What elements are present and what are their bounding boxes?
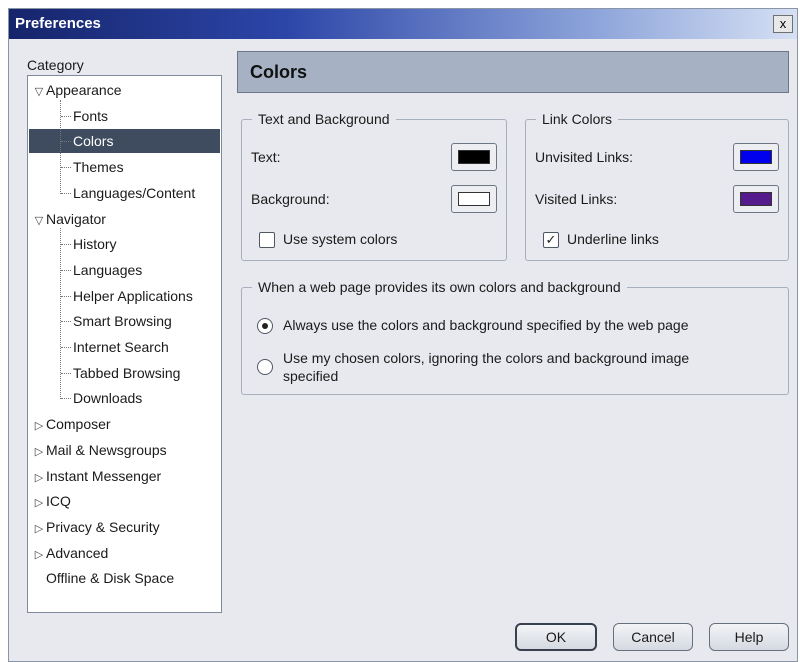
tree-connector <box>61 167 71 169</box>
unvisited-links-label: Unvisited Links: <box>535 149 634 165</box>
expand-triangle-icon[interactable]: ▷ <box>32 466 46 490</box>
panel-title: Colors <box>250 62 308 82</box>
category-tree[interactable]: ▽ Appearance Fonts Colors Themes Languages/Co… <box>27 75 222 613</box>
tree-connector <box>61 141 71 143</box>
tree-item-downloads[interactable]: Downloads <box>29 386 220 410</box>
tree-item-label: History <box>73 236 117 253</box>
radio-selected-dot <box>262 323 268 329</box>
underline-links-label: Underline links <box>567 231 659 247</box>
use-system-colors-checkbox[interactable] <box>259 232 275 248</box>
tree-item-label: ICQ <box>46 493 71 510</box>
background-color-button[interactable] <box>451 185 497 213</box>
always-use-page-colors-label: Always use the colors and background spe… <box>283 317 689 333</box>
unvisited-links-color-button[interactable] <box>733 143 779 171</box>
collapse-triangle-icon[interactable]: ▽ <box>32 209 46 233</box>
tree-item-fonts[interactable]: Fonts <box>29 104 220 128</box>
tree-item-offline-disk-space[interactable]: Offline & Disk Space <box>29 566 220 590</box>
tree-item-label: Smart Browsing <box>73 313 172 330</box>
tree-item-advanced[interactable]: ▷ Advanced <box>29 541 220 565</box>
tree-item-label: Downloads <box>73 390 143 407</box>
help-button[interactable]: Help <box>709 623 789 651</box>
tree-item-label: Internet Search <box>73 339 169 355</box>
tree-item-tabbed-browsing[interactable]: Tabbed Browsing <box>29 361 220 385</box>
tree-connector <box>61 295 71 297</box>
expand-triangle-icon[interactable]: ▷ <box>32 440 46 464</box>
tree-item-mail-newsgroups[interactable]: ▷ Mail & Newsgroups <box>29 438 220 462</box>
tree-item-internet-search[interactable]: Internet Search <box>29 335 220 359</box>
collapse-triangle-icon[interactable]: ▽ <box>32 80 46 104</box>
visited-links-label: Visited Links: <box>535 191 618 207</box>
expand-triangle-icon[interactable]: ▷ <box>32 414 46 438</box>
tree-item-icq[interactable]: ▷ ICQ <box>29 489 220 513</box>
tree-guide-line <box>60 99 61 194</box>
tree-connector <box>61 321 71 323</box>
tree-guide-line <box>60 228 61 400</box>
close-button[interactable]: x <box>773 15 793 33</box>
tree-item-label: Helper Applications <box>73 287 193 304</box>
underline-links-checkbox[interactable]: ✓ <box>543 232 559 248</box>
background-color-label: Background: <box>251 191 330 207</box>
tree-item-appearance[interactable]: ▽ Appearance <box>29 78 220 102</box>
use-my-colors-label: Use my chosen colors, ignoring the color… <box>283 349 689 385</box>
tree-connector <box>61 398 71 400</box>
tree-connector <box>61 372 71 374</box>
cancel-button[interactable]: Cancel <box>613 623 693 651</box>
tree-connector <box>61 347 71 348</box>
visited-links-swatch <box>740 192 772 206</box>
expand-triangle-icon[interactable]: ▷ <box>32 517 46 541</box>
use-my-colors-radio[interactable] <box>257 359 273 375</box>
tree-item-languages[interactable]: Languages <box>29 258 220 282</box>
tree-item-composer[interactable]: ▷ Composer <box>29 412 220 436</box>
text-color-button[interactable] <box>451 143 497 171</box>
tree-item-label: Navigator <box>46 210 106 227</box>
ok-button[interactable]: OK <box>515 623 597 651</box>
unvisited-links-swatch <box>740 150 772 164</box>
tree-item-label: Composer <box>46 416 111 433</box>
tree-item-label: Appearance <box>46 82 122 98</box>
tree-item-label: Themes <box>73 159 124 176</box>
visited-links-color-button[interactable] <box>733 185 779 213</box>
text-background-title: Text and Background <box>252 110 396 128</box>
text-color-label: Text: <box>251 149 281 165</box>
tree-item-label: Colors <box>73 133 114 150</box>
tree-connector <box>61 244 71 246</box>
always-use-page-colors-radio[interactable] <box>257 318 273 334</box>
tree-item-languages-content[interactable]: Languages/Content <box>29 181 220 205</box>
tree-item-navigator[interactable]: ▽ Navigator <box>29 207 220 231</box>
tree-item-label: Mail & Newsgroups <box>46 441 167 458</box>
tree-item-label: Fonts <box>73 107 109 124</box>
tree-item-colors[interactable]: Colors <box>29 129 220 154</box>
tree-connector <box>61 115 71 117</box>
tree-item-label: Advanced <box>46 544 109 561</box>
tree-item-label: Instant Messenger <box>46 467 162 484</box>
use-my-colors-label-line2: specified <box>283 368 339 384</box>
tree-item-smart-browsing[interactable]: Smart Browsing <box>29 309 220 333</box>
use-my-colors-label-line1: Use my chosen colors, ignoring the color… <box>283 350 690 366</box>
tree-item-label: Languages/Content <box>73 184 196 201</box>
title-bar[interactable]: Preferences x <box>9 9 797 39</box>
tree-item-themes[interactable]: Themes <box>29 155 220 179</box>
tree-item-privacy-security[interactable]: ▷ Privacy & Security <box>29 515 220 539</box>
link-colors-title: Link Colors <box>536 110 619 128</box>
tree-item-label: Offline & Disk Space <box>46 570 175 587</box>
tree-item-history[interactable]: History <box>29 232 220 256</box>
panel-header: Colors <box>237 51 789 93</box>
tree-item-label: Privacy & Security <box>46 518 160 535</box>
use-system-colors-label: Use system colors <box>283 231 398 247</box>
tree-item-instant-messenger[interactable]: ▷ Instant Messenger <box>29 464 220 488</box>
tree-connector <box>61 269 71 271</box>
preferences-dialog: Preferences x Category ▽ Appearance Fonts C… <box>8 8 798 662</box>
expand-triangle-icon[interactable]: ▷ <box>32 543 46 567</box>
expand-triangle-icon[interactable]: ▷ <box>32 491 46 515</box>
text-color-swatch <box>458 150 490 164</box>
tree-item-helper-applications[interactable]: Helper Applications <box>29 284 220 308</box>
tree-item-label: Languages <box>73 261 143 278</box>
tree-connector <box>61 192 71 194</box>
tree-item-label: Tabbed Browsing <box>73 364 181 381</box>
category-label: Category <box>27 57 84 73</box>
window-title: Preferences <box>15 15 101 32</box>
background-color-swatch <box>458 192 490 206</box>
page-colors-title: When a web page provides its own colors … <box>252 278 627 296</box>
